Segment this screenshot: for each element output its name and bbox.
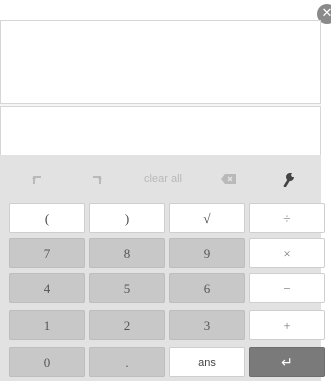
key-ans[interactable]: ans: [169, 347, 245, 377]
key-close-paren[interactable]: ): [89, 203, 165, 233]
key-7[interactable]: 7: [9, 238, 85, 268]
backspace-button[interactable]: [202, 162, 256, 196]
key-sqrt[interactable]: √: [169, 203, 245, 233]
redo-icon: [93, 176, 102, 185]
clear-all-label: clear all: [144, 173, 182, 185]
key-minus[interactable]: −: [249, 273, 325, 303]
key-6[interactable]: 6: [169, 273, 245, 303]
key-9[interactable]: 9: [169, 238, 245, 268]
key-3[interactable]: 3: [169, 310, 245, 340]
wrench-icon: [283, 173, 294, 188]
key-2[interactable]: 2: [89, 310, 165, 340]
undo-icon: [32, 176, 41, 185]
key-multiply[interactable]: ×: [249, 238, 325, 268]
key-0[interactable]: 0: [9, 347, 85, 377]
key-5[interactable]: 5: [89, 273, 165, 303]
backspace-icon: [221, 174, 236, 185]
key-plus[interactable]: +: [249, 310, 325, 340]
key-1[interactable]: 1: [9, 310, 85, 340]
expression-display: [0, 20, 321, 104]
key-decimal[interactable]: .: [89, 347, 165, 377]
key-8[interactable]: 8: [89, 238, 165, 268]
undo-button[interactable]: [10, 162, 64, 196]
settings-button[interactable]: [262, 162, 316, 196]
calculator-window: ✕ clear all () √ ÷ 7 8 9 × 4 5 6 − 1 2 …: [0, 0, 331, 381]
clear-all-button[interactable]: clear all: [132, 162, 194, 196]
redo-button[interactable]: [70, 162, 124, 196]
key-4[interactable]: 4: [9, 273, 85, 303]
key-divide[interactable]: ÷: [249, 203, 325, 233]
key-open-paren[interactable]: (: [9, 203, 85, 233]
input-field[interactable]: [0, 106, 321, 155]
toolbar: clear all: [0, 162, 321, 196]
key-enter[interactable]: ↵: [249, 347, 325, 377]
